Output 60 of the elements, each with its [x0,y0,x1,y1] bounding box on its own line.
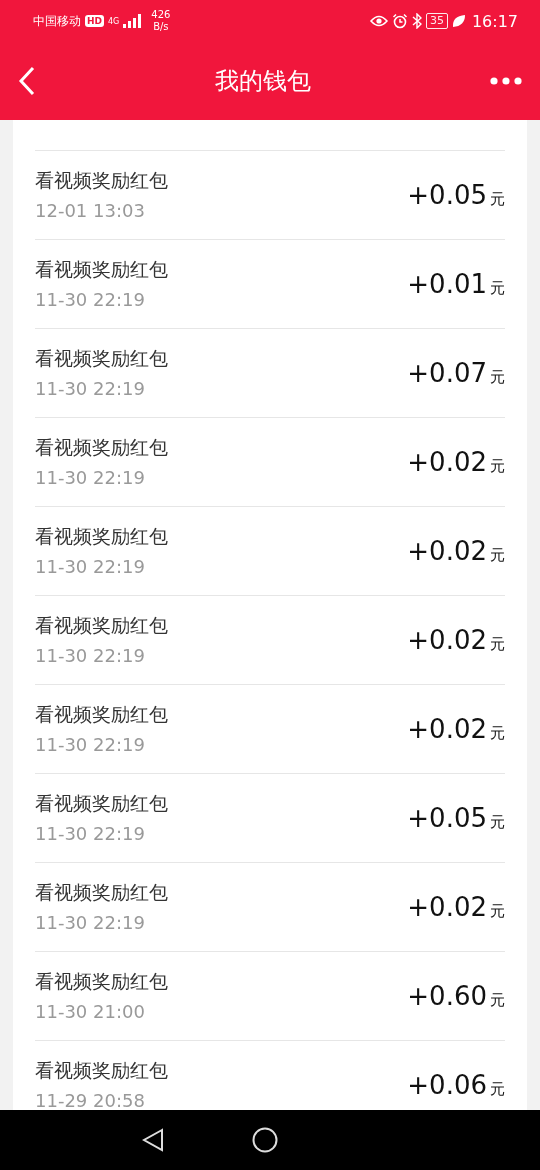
bluetooth-icon [411,13,422,29]
transaction-date: 11-30 21:00 [35,1001,146,1023]
currency-unit: 元 [490,546,505,565]
currency-unit: 元 [490,902,505,921]
transaction-title: 看视频奖励红包 [35,257,168,282]
transaction-title: 看视频奖励红包 [35,880,168,905]
transaction-amount: +0.07 [407,358,487,388]
transaction-amount: +0.60 [407,981,487,1011]
currency-unit: 元 [490,813,505,832]
transaction-amount: +0.05 [407,180,487,210]
transaction-amount: +0.02 [407,892,487,922]
back-icon[interactable] [142,1128,164,1152]
transaction-amount: +0.05 [407,803,487,833]
transaction-amount: +0.02 [407,536,487,566]
currency-unit: 元 [490,368,505,387]
clock-time: 16:17 [471,11,518,31]
transaction-title: 看视频奖励红包 [35,791,168,816]
currency-unit: 元 [490,991,505,1010]
more-icon[interactable] [490,77,522,85]
transaction-date: 11-30 22:19 [35,556,146,578]
currency-unit: 元 [490,457,505,476]
transaction-date: 11-30 22:19 [35,467,146,489]
currency-unit: 元 [490,1080,505,1099]
carrier-name: 中国移动 [33,12,81,30]
page-title: 我的钱包 [215,66,311,97]
transaction-amount: +0.02 [407,714,487,744]
transaction-title: 看视频奖励红包 [35,702,168,727]
transaction-date: 11-30 22:19 [35,734,146,756]
transaction-amount: +0.02 [407,625,487,655]
home-icon[interactable] [252,1127,278,1153]
transaction-title: 看视频奖励红包 [35,435,168,460]
hd-badge: HD [85,15,104,27]
transaction-title: 看视频奖励红包 [35,613,168,638]
signal-icon [123,14,142,28]
transaction-date: 11-29 20:58 [35,1090,146,1110]
transaction-amount: +0.06 [407,1070,487,1100]
leaf-icon [451,14,466,28]
transaction-date: 11-30 22:19 [35,289,146,311]
battery-level: 35 [425,13,448,29]
speed-unit: B/s [153,21,169,33]
network-speed: 426 [151,9,171,21]
transaction-amount: +0.02 [407,447,487,477]
transaction-date: 12-01 13:03 [35,200,146,222]
currency-unit: 元 [490,279,505,298]
transaction-title: 看视频奖励红包 [35,168,168,193]
transaction-title: 看视频奖励红包 [35,1058,168,1083]
transaction-date: 11-30 22:19 [35,645,146,667]
transaction-title: 看视频奖励红包 [35,524,168,549]
transaction-title: 看视频奖励红包 [35,346,168,371]
transaction-date: 11-30 22:19 [35,823,146,845]
transaction-title: 看视频奖励红包 [35,969,168,994]
currency-unit: 元 [490,190,505,209]
network-type: 4G [108,16,120,26]
currency-unit: 元 [490,724,505,743]
transaction-amount: +0.01 [407,269,487,299]
transaction-date: 11-30 22:19 [35,378,146,400]
currency-unit: 元 [490,635,505,654]
transaction-date: 11-30 22:19 [35,912,146,934]
eye-icon [369,15,388,27]
alarm-icon [391,13,408,29]
